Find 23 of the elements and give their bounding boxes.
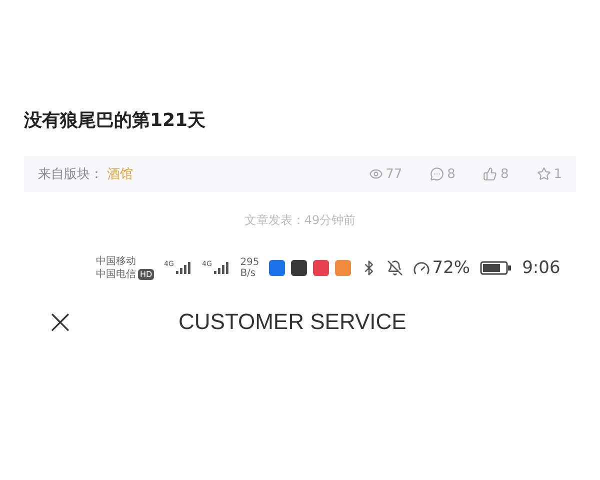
speech-bubble-icon[interactable] [430,167,444,181]
eye-icon[interactable] [368,167,383,181]
speed-unit: B/s [240,268,257,280]
battery-percent: 72% [432,258,470,278]
post-title: 没有狼尾巴的第121天 [24,109,207,132]
thumbs-up-icon[interactable] [483,167,498,181]
carrier-name: 中国电信 [96,269,136,280]
stat-count: 77 [386,166,402,182]
network-speed: 295 [240,256,260,268]
star-icon[interactable] [536,167,551,181]
publish-time: 文章发表：49分钟前 [243,212,357,229]
stat-count: 1 [554,166,562,182]
stat-count: 8 [500,166,509,182]
page-title: CUSTOMER SERVICE [178,309,406,335]
close-button[interactable]: × [46,305,74,339]
carrier-name: 中国移动 [96,255,137,268]
bell-off-icon [387,260,404,276]
hd-badge: HD [138,269,154,280]
gauge-icon [413,260,430,276]
board-label: 来自版块： [38,166,103,183]
battery-icon [480,261,512,275]
stat-count: 8 [447,166,456,182]
clock-time: 9:06 [522,258,560,278]
